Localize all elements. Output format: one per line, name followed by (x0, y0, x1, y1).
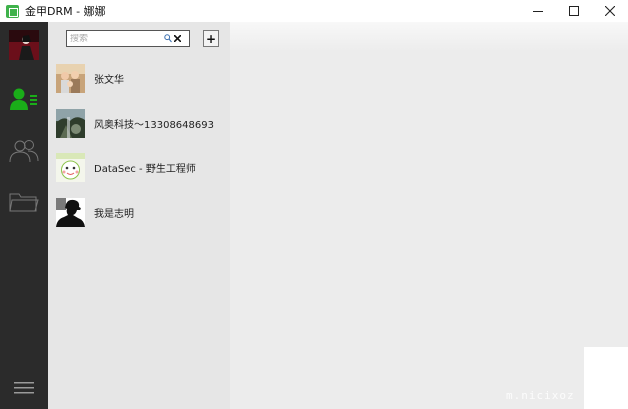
search-icon[interactable] (163, 33, 172, 44)
maximize-icon (569, 6, 579, 16)
add-contact-button[interactable]: + (203, 30, 219, 47)
watermark-panel (584, 347, 628, 409)
clear-search-icon[interactable] (172, 33, 183, 44)
avatar-image (9, 30, 39, 60)
app-logo-icon (6, 4, 19, 18)
sidebar-item-groups[interactable] (0, 129, 48, 173)
close-button[interactable] (592, 0, 628, 22)
cartoon-avatar (56, 152, 85, 182)
contact-item[interactable]: 风奥科技～13308648693 (48, 102, 230, 144)
silhouette-avatar (56, 197, 85, 227)
sidebar-item-files[interactable] (0, 180, 48, 224)
group-icon (9, 140, 39, 163)
window-title: 金甲DRM - 娜娜 (25, 5, 106, 18)
sidebar-item-contacts[interactable] (0, 77, 48, 121)
contacts-icon (10, 88, 37, 110)
menu-button[interactable] (0, 366, 48, 409)
landscape-avatar (56, 108, 85, 138)
contact-item[interactable]: 我是志明 (48, 191, 230, 233)
sidebar-rail (0, 22, 48, 409)
watermark-text: m.nicixoz (506, 389, 575, 402)
photo-group-avatar (56, 63, 85, 93)
contacts-panel: + 张文华 风奥科技 (48, 22, 230, 409)
minimize-button[interactable] (520, 0, 556, 22)
user-avatar[interactable] (9, 30, 39, 60)
contact-name: 风奥科技～13308648693 (94, 119, 214, 131)
hamburger-menu-icon (14, 382, 34, 394)
contact-name: DataSec - 野生工程师 (94, 163, 196, 175)
title-bar: 金甲DRM - 娜娜 (0, 0, 628, 22)
chat-header (230, 22, 628, 52)
close-icon (605, 6, 615, 16)
contact-name: 我是志明 (94, 208, 134, 220)
search-input[interactable] (67, 33, 163, 44)
folder-icon (9, 193, 39, 212)
window-controls (520, 0, 628, 22)
contact-name: 张文华 (94, 74, 124, 86)
search-box (66, 30, 190, 47)
minimize-icon (533, 11, 543, 12)
contact-item[interactable]: DataSec - 野生工程师 (48, 146, 230, 188)
maximize-button[interactable] (556, 0, 592, 22)
contact-item[interactable]: 张文华 (48, 57, 230, 99)
chat-area (230, 22, 628, 409)
